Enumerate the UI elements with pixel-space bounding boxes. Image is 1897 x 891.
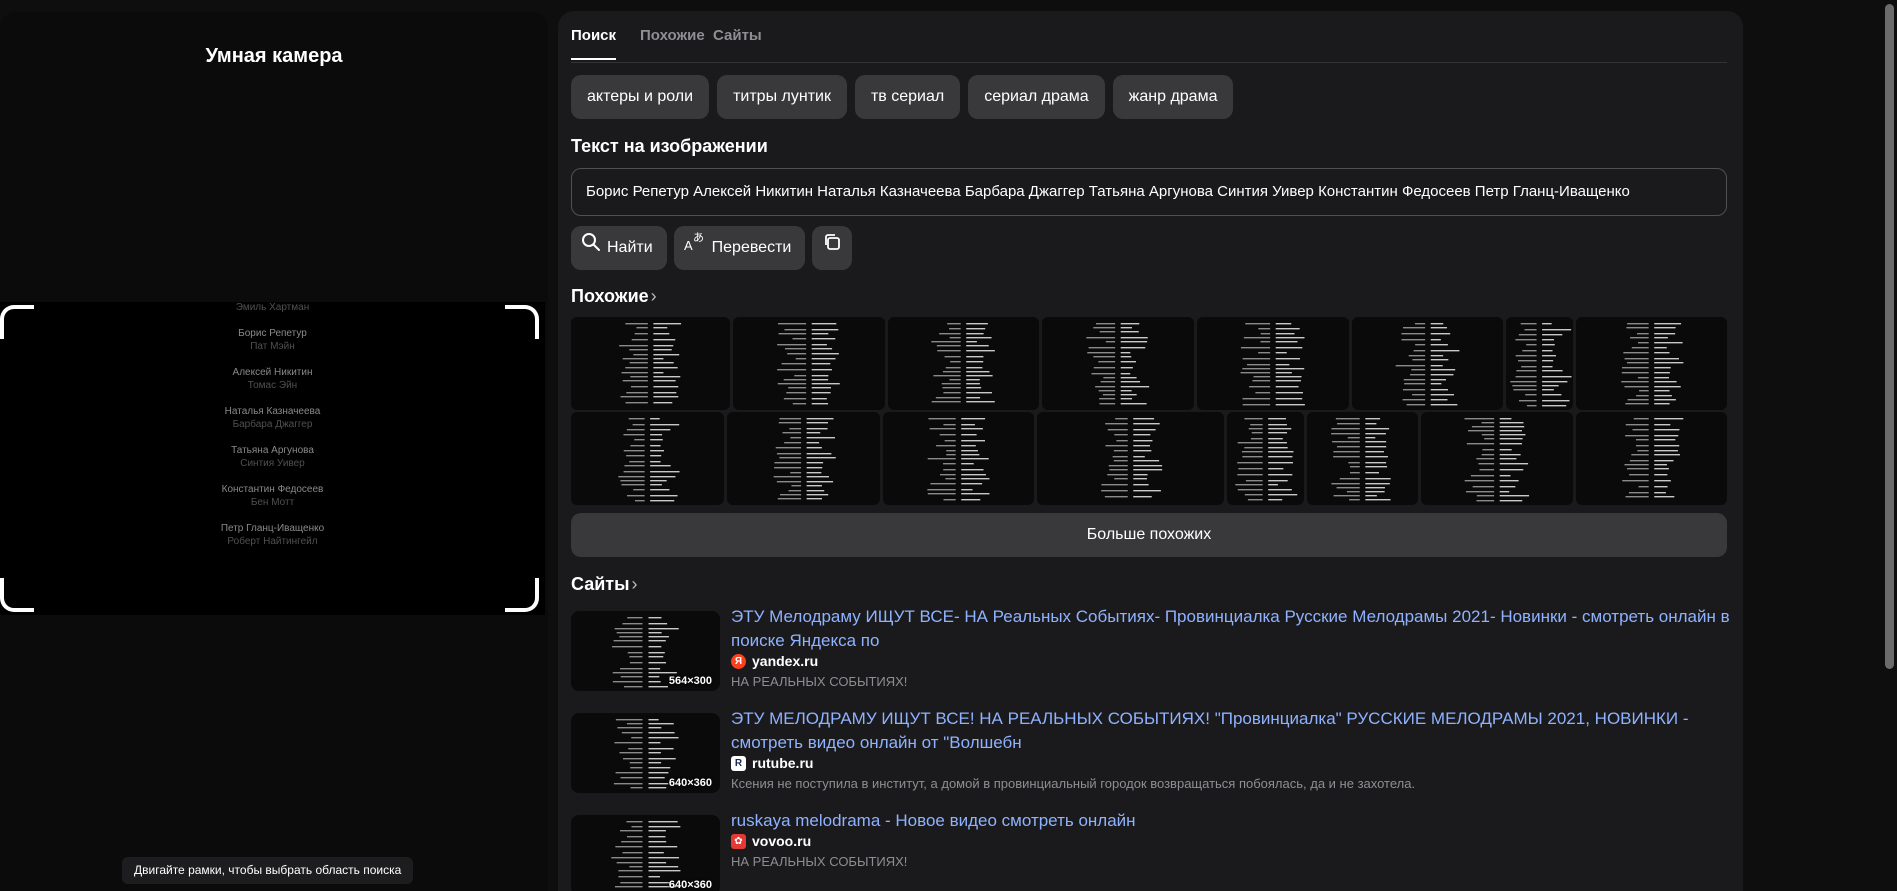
smart-camera-title: Умная камера <box>205 45 343 67</box>
similar-image-thumbnail[interactable] <box>1037 412 1225 505</box>
text-actions: Найти Aあ Перевести <box>571 226 853 270</box>
tab-search[interactable]: Поиск <box>571 27 617 60</box>
page-scrollbar[interactable] <box>1882 0 1897 891</box>
preview-credit-actor: Константин Федосеев <box>221 484 324 495</box>
site-domain[interactable]: R rutube.ru <box>731 755 813 771</box>
similar-heading[interactable]: Похожие › <box>571 286 657 307</box>
preview-credit-role: Барбара Джаггер <box>232 419 313 430</box>
image-size-badge: 640×360 <box>668 879 712 891</box>
preview-credit-actor: Наталья Казначеева <box>224 406 321 417</box>
crop-hint-tooltip: Двигайте рамки, чтобы выбрать область по… <box>122 857 414 884</box>
site-domain-label: yandex.ru <box>752 653 819 669</box>
tab-similar[interactable]: Похожие <box>640 27 705 58</box>
similar-image-thumbnail[interactable] <box>1421 412 1574 505</box>
site-description: НА РЕАЛЬНЫХ СОБЫТИЯХ! <box>731 674 908 689</box>
find-button-label: Найти <box>607 239 653 256</box>
preview-credit-role: Бен Мотт <box>250 497 295 508</box>
preview-credit-role: Пат Мэйн <box>250 341 295 352</box>
tab-bar: Поиск Похожие Сайты <box>571 11 1727 63</box>
sites-heading-label: Сайты <box>571 574 630 594</box>
site-thumbnail[interactable]: 564×300 <box>571 611 720 691</box>
similar-image-thumbnail[interactable] <box>888 317 1039 410</box>
svg-text:A: A <box>684 238 693 252</box>
similar-images-row <box>571 412 1727 505</box>
similar-image-thumbnail[interactable] <box>571 412 724 505</box>
site-domain[interactable]: Я yandex.ru <box>731 653 818 669</box>
translate-button-label: Перевести <box>711 239 792 256</box>
preview-credit-role: Томас Эйн <box>247 380 298 391</box>
site-title-link[interactable]: ЭТУ Мелодраму ИЩУТ ВСЕ- НА Реальных Собы… <box>731 605 1731 653</box>
find-button[interactable]: Найти <box>571 226 667 270</box>
crop-handle-bottom-right[interactable] <box>505 578 539 612</box>
crop-handle-top-right[interactable] <box>505 305 539 339</box>
yandex-favicon-icon: Я <box>731 653 746 669</box>
translate-icon: Aあ <box>684 226 706 270</box>
preview-credit-actor: Татьяна Аргунова <box>231 445 314 456</box>
suggestion-chip[interactable]: жанр драма <box>1112 75 1234 119</box>
similar-images-row <box>571 317 1728 410</box>
similar-image-thumbnail[interactable] <box>1196 317 1349 410</box>
preview-credit-actor: Петр Гланц-Иващенко <box>220 523 325 534</box>
more-similar-button[interactable]: Больше похожих <box>571 513 1727 557</box>
suggestion-chip[interactable]: титры лунтик <box>717 75 847 119</box>
suggestion-chip[interactable]: тв сериал <box>854 75 961 119</box>
copy-icon <box>822 226 842 270</box>
sites-heading[interactable]: Сайты › <box>571 574 637 595</box>
preview-credit-role: Эмиль Хартман <box>235 302 310 313</box>
vovoo-favicon-icon: ✿ <box>731 833 746 849</box>
similar-image-thumbnail[interactable] <box>571 317 731 410</box>
site-domain-label: vovoo.ru <box>752 833 812 849</box>
site-thumbnail[interactable]: 640×360 <box>571 713 720 793</box>
site-domain-label: rutube.ru <box>752 755 814 771</box>
suggestion-chip[interactable]: сериал драма <box>968 75 1105 119</box>
similar-image-thumbnail[interactable] <box>1307 412 1419 505</box>
image-size-badge: 564×300 <box>668 675 712 687</box>
smart-camera-panel: Умная камера Эмиль Хартман Борис Репетур… <box>0 12 548 891</box>
translate-button[interactable]: Aあ Перевести <box>673 226 806 270</box>
crop-handle-bottom-left[interactable] <box>0 578 34 612</box>
image-size-badge: 640×360 <box>668 777 712 789</box>
rutube-favicon-icon: R <box>731 755 746 771</box>
recognized-text-field[interactable]: Борис Репетур Алексей Никитин Наталья Ка… <box>571 168 1727 216</box>
preview-credit-actor: Борис Репетур <box>238 328 307 339</box>
similar-image-thumbnail[interactable] <box>1576 317 1728 410</box>
suggestion-chips: актеры и роли титры лунтик тв сериал сер… <box>571 75 1234 119</box>
similar-image-thumbnail[interactable] <box>1041 317 1194 410</box>
svg-text:あ: あ <box>693 231 704 244</box>
similar-image-thumbnail[interactable] <box>1351 317 1504 410</box>
site-description: Ксения не поступила в институт, а домой … <box>731 776 1416 791</box>
results-panel: Поиск Похожие Сайты актеры и роли титры … <box>558 11 1743 891</box>
similar-image-thumbnail[interactable] <box>1227 412 1305 505</box>
site-title-link[interactable]: ЭТУ МЕЛОДРАМУ ИЩУТ ВСЕ! НА РЕАЛЬНЫХ СОБЫ… <box>731 707 1731 755</box>
preview-credit-role: Роберт Найтингейл <box>227 536 318 547</box>
search-icon <box>581 226 601 270</box>
similar-image-thumbnail[interactable] <box>1576 412 1727 505</box>
chevron-right-icon: › <box>650 286 657 306</box>
similar-heading-label: Похожие <box>571 286 649 306</box>
site-domain[interactable]: ✿ vovoo.ru <box>731 833 811 849</box>
text-on-image-heading: Текст на изображении <box>571 136 768 156</box>
preview-credit-role: Синтия Уивер <box>240 458 305 469</box>
site-description: НА РЕАЛЬНЫХ СОБЫТИЯХ! <box>731 854 908 869</box>
crop-handle-top-left[interactable] <box>0 305 34 339</box>
site-thumbnail[interactable]: 640×360 <box>571 815 720 891</box>
chevron-right-icon: › <box>631 574 638 594</box>
preview-credit-actor: Алексей Никитин <box>232 367 313 378</box>
copy-button[interactable] <box>812 226 853 270</box>
site-title-link[interactable]: ruskaya melodrama - Новое видео смотреть… <box>731 809 1731 833</box>
similar-image-thumbnail[interactable] <box>1506 317 1574 410</box>
page-scrollbar-thumb[interactable] <box>1885 4 1894 669</box>
image-preview[interactable]: Эмиль Хартман Борис Репетур Пат Мэйн Але… <box>0 302 545 615</box>
similar-image-thumbnail[interactable] <box>726 412 881 505</box>
similar-image-thumbnail[interactable] <box>733 317 886 410</box>
similar-image-thumbnail[interactable] <box>883 412 1035 505</box>
tab-sites[interactable]: Сайты <box>713 27 762 58</box>
suggestion-chip[interactable]: актеры и роли <box>571 75 710 119</box>
